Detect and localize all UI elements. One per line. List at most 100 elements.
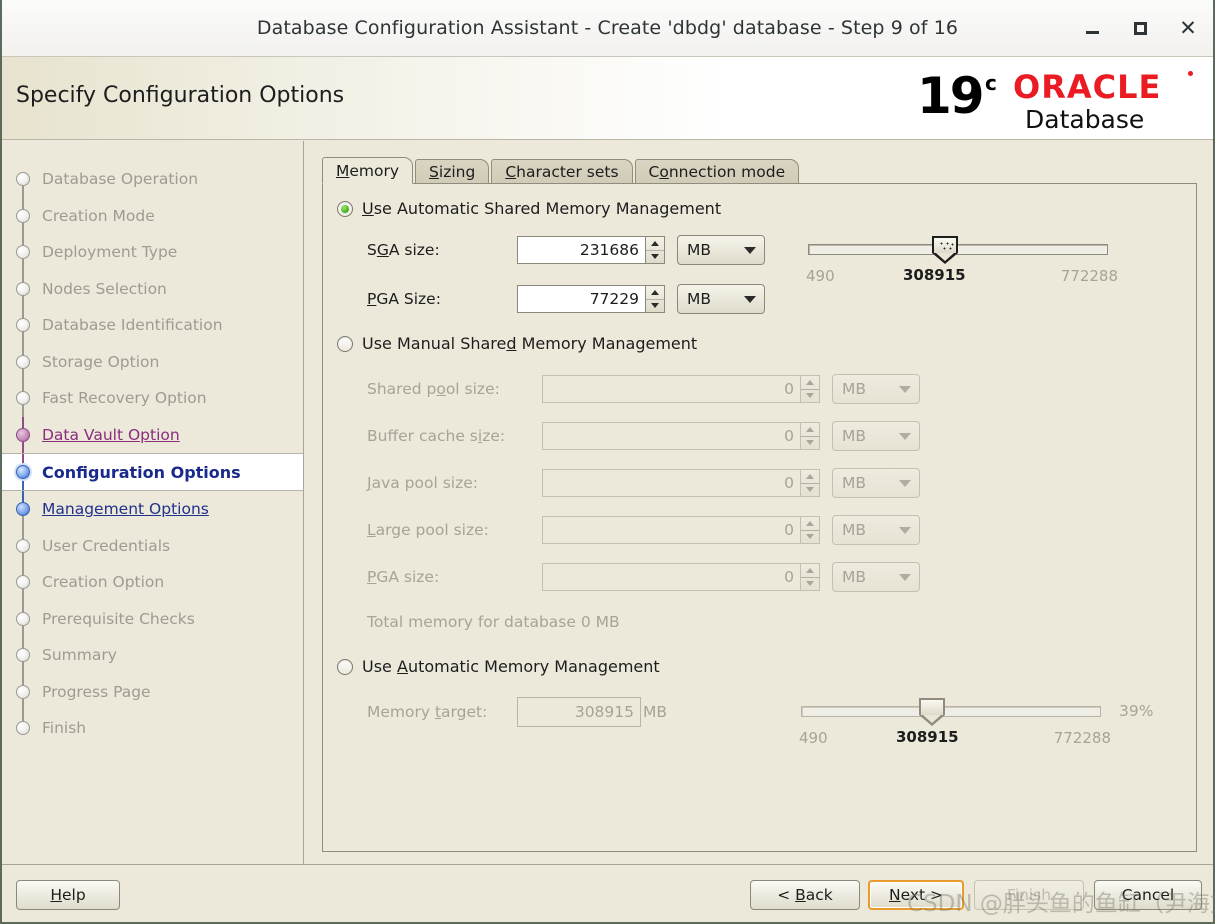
chevron-down-icon bbox=[899, 479, 911, 487]
maximize-icon[interactable] bbox=[1129, 18, 1151, 40]
manual-shared-pool-size-stepper: 0 bbox=[542, 375, 820, 403]
shared-memory-slider-thumb[interactable] bbox=[932, 236, 958, 264]
automatic-memory-slider-value: 308915 bbox=[896, 728, 959, 746]
manual-pga-size-decrement bbox=[801, 578, 819, 591]
logo-version: 19 bbox=[917, 67, 985, 125]
automatic-memory-slider[interactable]: 490 308915 772288 39% bbox=[799, 698, 1153, 752]
automatic-memory-slider-thumb[interactable] bbox=[919, 698, 945, 726]
sga-size-unit-select[interactable]: MB bbox=[677, 235, 765, 265]
memory-target-unit: MB bbox=[643, 703, 668, 721]
sidebar-item-nodes-selection: Nodes Selection bbox=[2, 270, 303, 307]
manual-shared-pool-size-row: Shared pool size: 0 MB bbox=[367, 374, 920, 404]
sidebar-item-summary: Summary bbox=[2, 637, 303, 674]
window-titlebar: Database Configuration Assistant - Creat… bbox=[2, 0, 1213, 57]
step-bullet-icon bbox=[16, 208, 30, 223]
tab-character-sets[interactable]: Character sets bbox=[491, 159, 633, 184]
finish-button: Finish bbox=[974, 880, 1084, 910]
manual-pga-size-unit-value: MB bbox=[842, 568, 867, 586]
sga-size-spinner-buttons[interactable] bbox=[645, 236, 665, 264]
tab-connection-mode[interactable]: Connection mode bbox=[634, 159, 800, 184]
pga-size-spinner-buttons[interactable] bbox=[645, 285, 665, 313]
sidebar-item-creation-option: Creation Option bbox=[2, 564, 303, 601]
sga-size-row: SGA size: 231686 MB bbox=[367, 235, 765, 265]
step-bullet-icon bbox=[16, 172, 30, 187]
manual-pga-size-row: PGA size: 0 MB bbox=[367, 562, 920, 592]
manual-large-pool-size-input: 0 bbox=[542, 516, 800, 544]
manual-pga-size-spinner-buttons bbox=[800, 563, 820, 591]
manual-shared-memory-radio-row[interactable]: Use Manual Shared Memory Management bbox=[337, 334, 697, 353]
automatic-memory-slider-min: 490 bbox=[799, 729, 828, 747]
sidebar-item-label: Data Vault Option bbox=[42, 425, 180, 444]
sidebar-item-label: Creation Mode bbox=[42, 206, 155, 225]
manual-pga-size-unit-select: MB bbox=[832, 562, 920, 592]
manual-buffer-cache-size-increment bbox=[801, 423, 819, 437]
shared-memory-slider[interactable]: 490 308915 772288 bbox=[806, 236, 1118, 290]
manual-large-pool-size-spinner-buttons bbox=[800, 516, 820, 544]
manual-java-pool-size-spinner-buttons bbox=[800, 469, 820, 497]
memory-target-label: Memory target: bbox=[367, 703, 488, 721]
sidebar-item-database-operation: Database Operation bbox=[2, 161, 303, 198]
tab-memory[interactable]: Memory bbox=[322, 157, 414, 184]
dbca-window: Database Configuration Assistant - Creat… bbox=[0, 0, 1215, 924]
automatic-memory-radio[interactable] bbox=[337, 658, 353, 675]
pga-size-increment[interactable] bbox=[646, 286, 664, 300]
shared-memory-slider-track[interactable] bbox=[808, 244, 1108, 255]
pga-size-unit-select[interactable]: MB bbox=[677, 284, 765, 314]
sidebar-item-label: Fast Recovery Option bbox=[42, 389, 207, 408]
manual-large-pool-size-stepper: 0 bbox=[542, 516, 820, 544]
automatic-memory-slider-track[interactable] bbox=[801, 706, 1101, 717]
logo-version-suffix: c bbox=[985, 71, 997, 95]
sidebar-item-fast-recovery-option: Fast Recovery Option bbox=[2, 380, 303, 417]
logo-brand: ORACLE bbox=[1013, 68, 1162, 106]
shared-memory-slider-min: 490 bbox=[806, 267, 835, 285]
next-button[interactable]: Next > bbox=[868, 880, 964, 910]
step-bullet-icon bbox=[16, 575, 30, 590]
sidebar-item-creation-mode: Creation Mode bbox=[2, 197, 303, 234]
oracle-database-logo: 19 c ORACLE Database bbox=[913, 65, 1193, 137]
manual-shared-memory-radio[interactable] bbox=[337, 335, 353, 352]
sga-size-increment[interactable] bbox=[646, 237, 664, 251]
pga-size-input[interactable]: 77229 bbox=[517, 285, 645, 313]
cancel-button[interactable]: Cancel bbox=[1094, 880, 1202, 910]
sga-size-decrement[interactable] bbox=[646, 251, 664, 264]
shared-memory-slider-value: 308915 bbox=[903, 266, 966, 284]
tab-label: Memory bbox=[336, 161, 400, 180]
tab-label: Connection mode bbox=[648, 163, 786, 181]
window-controls: ✕ bbox=[1081, 0, 1199, 57]
sidebar-item-label: Deployment Type bbox=[42, 243, 178, 262]
sidebar-item-data-vault-option[interactable]: Data Vault Option bbox=[2, 416, 303, 453]
manual-large-pool-size-unit-value: MB bbox=[842, 521, 867, 539]
automatic-shared-memory-radio-row[interactable]: Use Automatic Shared Memory Management bbox=[337, 199, 721, 218]
sga-size-stepper[interactable]: 231686 bbox=[517, 236, 665, 264]
sga-size-input[interactable]: 231686 bbox=[517, 236, 645, 264]
pga-size-label: PGA Size: bbox=[367, 290, 441, 308]
automatic-shared-memory-radio[interactable] bbox=[337, 200, 353, 217]
automatic-memory-radio-row[interactable]: Use Automatic Memory Management bbox=[337, 657, 660, 676]
minimize-icon[interactable] bbox=[1081, 18, 1103, 40]
shared-memory-slider-max: 772288 bbox=[1060, 267, 1118, 285]
manual-buffer-cache-size-input: 0 bbox=[542, 422, 800, 450]
pga-size-decrement[interactable] bbox=[646, 300, 664, 313]
back-button[interactable]: < Back bbox=[750, 880, 860, 910]
manual-shared-pool-size-unit-value: MB bbox=[842, 380, 867, 398]
sidebar-item-finish: Finish bbox=[2, 710, 303, 747]
sidebar-item-management-options[interactable]: Management Options bbox=[2, 491, 303, 528]
configuration-tabs: Memory Sizing Character sets Connection mod… bbox=[322, 157, 1197, 184]
sga-size-unit-value: MB bbox=[687, 241, 712, 259]
automatic-memory-percent: 39% bbox=[1119, 702, 1154, 720]
manual-buffer-cache-size-unit-value: MB bbox=[842, 427, 867, 445]
memory-target-input[interactable]: 308915 bbox=[517, 697, 641, 727]
sidebar-item-label: Management Options bbox=[42, 500, 209, 519]
manual-pga-size-increment bbox=[801, 564, 819, 578]
help-button[interactable]: Help bbox=[16, 880, 120, 910]
sidebar-item-progress-page: Progress Page bbox=[2, 673, 303, 710]
manual-buffer-cache-size-unit-select: MB bbox=[832, 421, 920, 451]
close-icon[interactable]: ✕ bbox=[1177, 18, 1199, 40]
manual-shared-pool-size-input: 0 bbox=[542, 375, 800, 403]
chevron-down-icon bbox=[899, 385, 911, 393]
pga-size-stepper[interactable]: 77229 bbox=[517, 285, 665, 313]
sidebar-item-database-identification: Database Identification bbox=[2, 307, 303, 344]
tab-sizing[interactable]: Sizing bbox=[415, 159, 490, 184]
sidebar-item-label: Nodes Selection bbox=[42, 279, 167, 298]
sidebar-item-configuration-options[interactable]: Configuration Options bbox=[2, 453, 303, 491]
